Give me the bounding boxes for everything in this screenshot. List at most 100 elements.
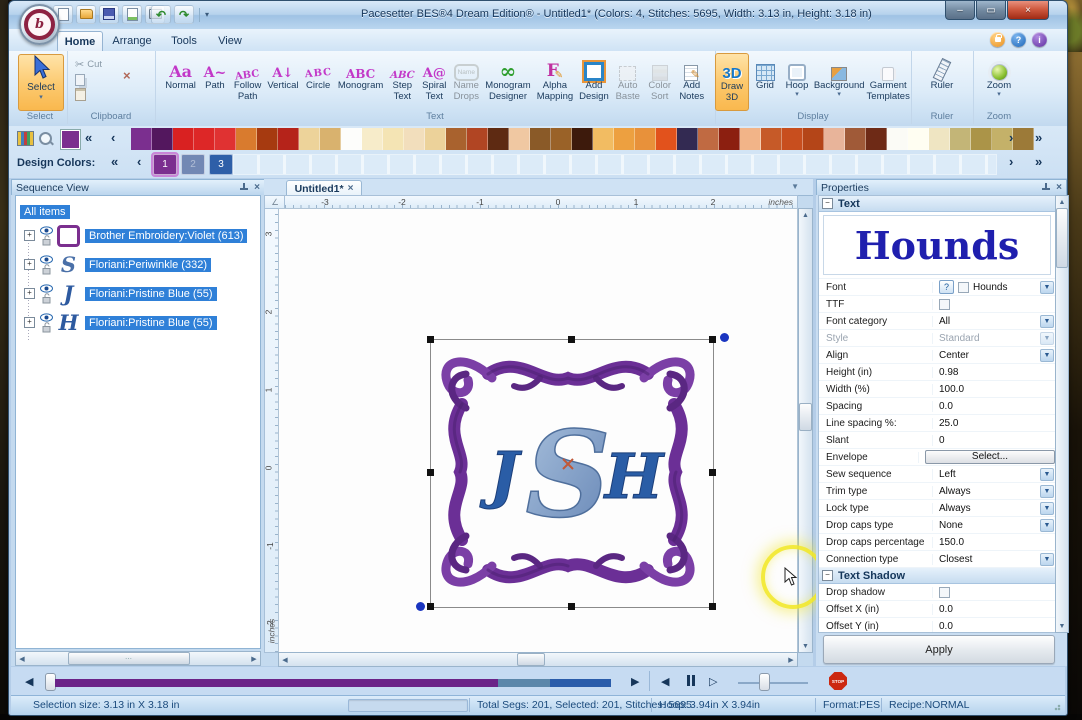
thread-color-swatch[interactable] — [698, 128, 719, 150]
document-tab[interactable]: Untitled1* × — [286, 180, 362, 196]
section-header-text[interactable]: − Text — [819, 196, 1055, 212]
design-colors-first-icon[interactable]: « — [111, 155, 118, 169]
expand-icon[interactable]: + — [24, 288, 35, 299]
visibility-eye-icon[interactable] — [40, 313, 53, 322]
tab-list-dropdown-icon[interactable]: ▼ — [791, 182, 799, 191]
thread-color-swatch[interactable] — [299, 128, 320, 150]
resize-grip[interactable] — [1051, 701, 1061, 711]
thread-color-swatch[interactable] — [887, 128, 908, 150]
section-header-text-shadow[interactable]: − Text Shadow — [819, 568, 1055, 584]
properties-scrollbar[interactable]: ▲ ▼ — [1055, 195, 1069, 633]
thread-color-swatch[interactable] — [530, 128, 551, 150]
maximize-button[interactable]: ▭ — [976, 1, 1006, 20]
ribbon-button[interactable]: Add Notes ▾ — [676, 53, 708, 111]
thread-color-swatch[interactable] — [635, 128, 656, 150]
pin-icon[interactable] — [1042, 183, 1050, 192]
selection-bounding-box[interactable] — [430, 339, 714, 608]
property-row[interactable]: Sew sequence Left Left ▼ — [819, 466, 1055, 483]
ribbon-tab[interactable]: Home — [57, 31, 103, 51]
thread-color-swatch[interactable] — [656, 128, 677, 150]
thread-color-swatch[interactable] — [803, 128, 824, 150]
ribbon-tab[interactable]: View — [209, 31, 251, 50]
thread-color-swatch[interactable] — [866, 128, 887, 150]
lock-open-icon[interactable] — [42, 264, 51, 275]
copy-button[interactable] — [75, 72, 102, 87]
property-row[interactable]: Drop shadow ▼ — [819, 584, 1055, 601]
sim-segment-violet[interactable] — [55, 679, 498, 687]
palette-first-icon[interactable]: « — [85, 131, 92, 145]
sim-play-icon[interactable]: ▶ — [631, 675, 639, 688]
thread-color-swatch[interactable] — [362, 128, 383, 150]
lock-open-icon[interactable] — [42, 293, 51, 304]
sequence-horizontal-scrollbar[interactable]: ◀ ⋯ ▶ — [15, 651, 261, 666]
dropdown-arrow-icon[interactable]: ▼ — [1040, 553, 1054, 566]
property-row[interactable]: Slant 0 0 ▼ — [819, 432, 1055, 449]
scrollbar-thumb[interactable] — [1056, 208, 1068, 268]
thread-color-swatch[interactable] — [971, 128, 992, 150]
font-help-button[interactable]: ? — [939, 280, 954, 294]
close-panel-icon[interactable]: × — [254, 183, 260, 193]
thread-color-swatch[interactable] — [257, 128, 278, 150]
close-button[interactable]: × — [1007, 1, 1049, 20]
property-row[interactable]: Align Center Center ▼ — [819, 347, 1055, 364]
thread-color-swatch[interactable] — [593, 128, 614, 150]
dropdown-arrow-icon[interactable]: ▼ — [1040, 502, 1054, 515]
redo-button[interactable]: ↷ — [174, 5, 194, 24]
sim-pause-icon[interactable] — [687, 675, 695, 686]
ribbon-button[interactable]: Garment Templates ▾ — [865, 53, 911, 111]
scrollbar-thumb[interactable] — [517, 653, 545, 666]
palette-next-icon[interactable]: › — [1009, 131, 1013, 145]
sim-rewind-icon[interactable]: ◀ — [661, 675, 669, 688]
ribbon-button[interactable]: Monogram Designer ▾ — [482, 53, 533, 111]
property-row[interactable]: Width (%) 100.0 100.0 ▼ — [819, 381, 1055, 398]
ribbon-button[interactable]: Name Drops ▾ — [450, 53, 482, 111]
thread-color-swatch[interactable] — [236, 128, 257, 150]
property-row[interactable]: Style Standard Standard ▼ — [819, 330, 1055, 347]
font-value[interactable]: Hounds — [973, 282, 1007, 293]
thread-color-swatch[interactable] — [425, 128, 446, 150]
thread-color-swatch[interactable] — [614, 128, 635, 150]
apply-button[interactable]: Apply — [823, 635, 1055, 664]
rotation-handle-bottom-left[interactable] — [416, 602, 425, 611]
visibility-eye-icon[interactable] — [40, 226, 53, 235]
property-row[interactable]: Lock type Always Always ▼ — [819, 500, 1055, 517]
property-row[interactable]: Connection type Closest Closest ▼ — [819, 551, 1055, 568]
sequence-item[interactable]: + J — [16, 280, 260, 307]
thread-color-swatch[interactable] — [446, 128, 467, 150]
design-colors-next-icon[interactable]: › — [1009, 155, 1013, 169]
close-panel-icon[interactable]: × — [1056, 183, 1062, 193]
ribbon-tab[interactable]: Tools — [163, 31, 205, 50]
expand-icon[interactable]: + — [24, 317, 35, 328]
ribbon-button[interactable]: Alpha Mapping ▾ — [534, 53, 576, 111]
scrollbar-thumb[interactable] — [799, 403, 812, 431]
ribbon-button[interactable]: Grid ▾ — [749, 53, 781, 111]
selection-handle-middle-right[interactable] — [709, 469, 716, 476]
lock-open-icon[interactable] — [42, 322, 51, 333]
thread-color-swatch[interactable] — [152, 128, 173, 150]
sim-step-back-icon[interactable]: ◀ — [25, 675, 33, 688]
thread-color-swatch[interactable] — [572, 128, 593, 150]
thread-color-swatch[interactable] — [719, 128, 740, 150]
design-color-chip[interactable]: 3 — [209, 154, 233, 175]
checkbox[interactable] — [939, 299, 950, 310]
thread-color-swatch[interactable] — [404, 128, 425, 150]
lock-open-icon[interactable] — [42, 235, 51, 246]
sim-forward-icon[interactable]: ▷ — [709, 675, 717, 688]
palette-grid-icon[interactable] — [17, 130, 34, 147]
palette-prev-icon[interactable]: ‹ — [111, 131, 115, 145]
scroll-up-icon[interactable]: ▲ — [800, 209, 812, 221]
design-color-chip[interactable]: 1 — [153, 154, 177, 175]
undo-button[interactable]: ↶ — [151, 5, 171, 24]
thread-color-swatch[interactable] — [1013, 128, 1034, 150]
thread-color-swatch[interactable] — [824, 128, 845, 150]
visibility-eye-icon[interactable] — [40, 284, 53, 293]
dropdown-arrow-icon[interactable]: ▼ — [1040, 468, 1054, 481]
minimize-button[interactable]: – — [945, 1, 975, 20]
expand-icon[interactable]: + — [24, 230, 35, 241]
ribbon-button[interactable]: Step Text ▾ — [386, 53, 418, 111]
selection-handle-top-right[interactable] — [709, 336, 716, 343]
property-row-font[interactable]: Font ? Hounds ▼ — [819, 278, 1055, 296]
dropdown-arrow-icon[interactable]: ▼ — [1040, 281, 1054, 294]
help-icon[interactable]: ? — [1011, 32, 1026, 47]
all-items-node[interactable]: All items — [20, 205, 70, 219]
